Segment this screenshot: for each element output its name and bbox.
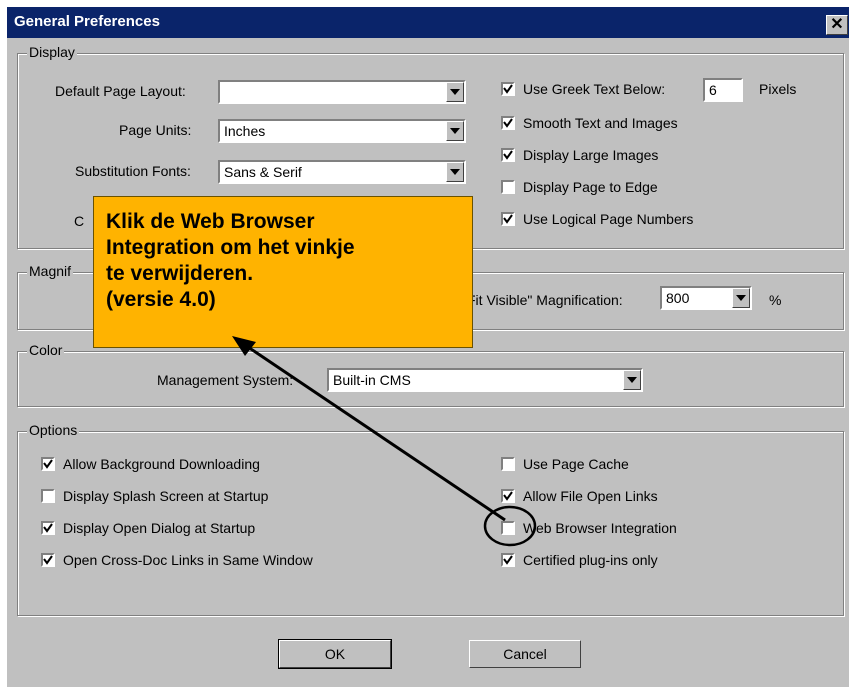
display-legend: Display (27, 44, 77, 60)
checkmark-icon (43, 523, 53, 533)
management-system-label: Management System: (157, 372, 294, 388)
callout-line-2: Integration om het vinkje (106, 236, 355, 259)
chevron-down-icon[interactable] (623, 370, 641, 390)
magnification-label: Fit Visible" Magnification: (467, 292, 623, 308)
management-system-select[interactable]: Built-in CMS (327, 368, 643, 392)
default-page-layout-label: Default Page Layout: (55, 83, 186, 99)
magnification-select[interactable]: 800 (660, 286, 752, 310)
display-page-to-edge-checkbox[interactable] (501, 180, 515, 194)
display-large-images-label: Display Large Images (523, 147, 659, 163)
magnification-legend: Magnif (27, 263, 74, 279)
callout-line-1: Klik de Web Browser (106, 210, 315, 233)
use-page-cache-label: Use Page Cache (523, 456, 629, 472)
chevron-down-icon[interactable] (446, 162, 464, 182)
ok-button[interactable]: OK (278, 639, 392, 669)
checkmark-icon (43, 555, 53, 565)
hidden-label-fragment: C (74, 213, 85, 229)
magnification-value: 800 (666, 290, 690, 306)
close-button[interactable]: ✕ (826, 15, 848, 35)
checkmark-icon (503, 118, 513, 128)
open-cross-doc-links-label: Open Cross-Doc Links in Same Window (63, 552, 313, 568)
allow-file-open-links-checkbox[interactable] (501, 489, 515, 503)
smooth-text-label: Smooth Text and Images (523, 115, 678, 131)
display-open-dialog-label: Display Open Dialog at Startup (63, 520, 256, 536)
magnification-unit: % (769, 292, 782, 308)
certified-plugins-label: Certified plug-ins only (523, 552, 658, 568)
logical-page-numbers-label: Use Logical Page Numbers (523, 211, 694, 227)
greek-text-label: Use Greek Text Below: (523, 81, 666, 97)
allow-file-open-links-label: Allow File Open Links (523, 488, 658, 504)
default-page-layout-select[interactable] (218, 80, 466, 104)
logical-page-numbers-checkbox[interactable] (501, 212, 515, 226)
greek-text-checkbox[interactable] (501, 82, 515, 96)
open-cross-doc-links-checkbox[interactable] (41, 553, 55, 567)
chevron-down-icon[interactable] (732, 288, 750, 308)
page-units-label: Page Units: (119, 122, 192, 138)
web-browser-integration-label: Web Browser Integration (523, 520, 677, 536)
cancel-button[interactable]: Cancel (469, 640, 581, 668)
color-legend: Color (27, 342, 65, 358)
smooth-text-checkbox[interactable] (501, 116, 515, 130)
allow-background-downloading-checkbox[interactable] (41, 457, 55, 471)
callout-line-3: te verwijderen. (106, 262, 254, 285)
display-splash-screen-checkbox[interactable] (41, 489, 55, 503)
display-page-to-edge-label: Display Page to Edge (523, 179, 658, 195)
page-units-value: Inches (224, 123, 266, 139)
substitution-fonts-select[interactable]: Sans & Serif (218, 160, 466, 184)
chevron-down-icon[interactable] (446, 82, 464, 102)
allow-background-downloading-label: Allow Background Downloading (63, 456, 260, 472)
page-units-select[interactable]: Inches (218, 119, 466, 143)
display-open-dialog-checkbox[interactable] (41, 521, 55, 535)
dialog-title: General Preferences (14, 13, 160, 30)
title-bar[interactable]: General Preferences ✕ (7, 7, 849, 38)
checkmark-icon (503, 84, 513, 94)
web-browser-integration-checkbox[interactable] (501, 521, 515, 535)
substitution-fonts-value: Sans & Serif (224, 164, 302, 180)
checkmark-icon (503, 150, 513, 160)
checkmark-icon (503, 555, 513, 565)
checkmark-icon (503, 491, 513, 501)
chevron-down-icon[interactable] (446, 121, 464, 141)
certified-plugins-checkbox[interactable] (501, 553, 515, 567)
substitution-fonts-label: Substitution Fonts: (75, 163, 191, 179)
checkmark-icon (43, 459, 53, 469)
display-splash-screen-label: Display Splash Screen at Startup (63, 488, 269, 504)
use-page-cache-checkbox[interactable] (501, 457, 515, 471)
instruction-callout: Klik de Web Browser Integration om het v… (93, 196, 473, 348)
greek-text-unit: Pixels (759, 81, 797, 97)
checkmark-icon (503, 214, 513, 224)
management-system-value: Built-in CMS (333, 372, 411, 388)
options-legend: Options (27, 422, 80, 438)
greek-text-input[interactable]: 6 (703, 78, 743, 102)
display-large-images-checkbox[interactable] (501, 148, 515, 162)
callout-line-4: (versie 4.0) (106, 288, 216, 311)
